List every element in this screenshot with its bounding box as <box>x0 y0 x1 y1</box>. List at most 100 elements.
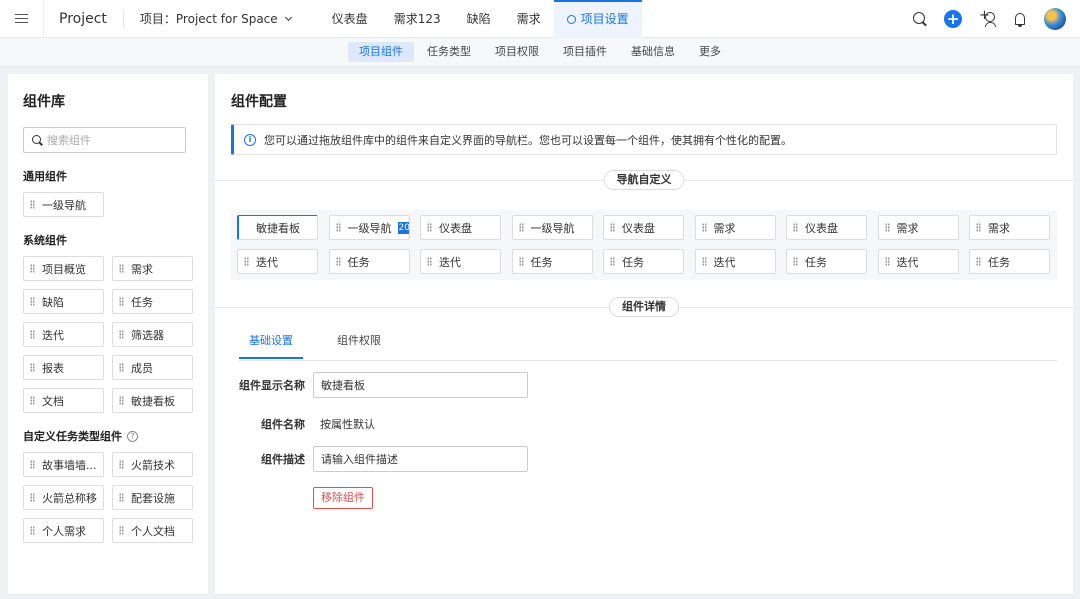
tab-basic-settings[interactable]: 基础设置 <box>239 332 303 359</box>
subtab-project-components[interactable]: 项目组件 <box>348 42 414 62</box>
info-icon: i <box>244 133 256 146</box>
chevron-down-icon <box>284 13 292 21</box>
subtab-project-permissions[interactable]: 项目权限 <box>484 42 550 62</box>
drag-handle-icon <box>30 396 35 405</box>
project-selector[interactable]: 项目：Project for Space <box>124 10 309 27</box>
app-name[interactable]: Project <box>44 8 124 29</box>
drag-handle-icon <box>701 223 707 232</box>
drag-handle-icon <box>30 493 35 502</box>
nav-item[interactable]: 仪表盘 <box>603 215 684 240</box>
nav-item[interactable]: 仪表盘 <box>420 215 501 240</box>
nav-item-label: 迭代 <box>256 255 278 269</box>
nav-item[interactable]: 任务 <box>328 249 410 274</box>
nav-item[interactable]: 需求 <box>969 215 1050 240</box>
library-chip[interactable]: 成员 <box>112 355 193 380</box>
library-chip[interactable]: 筛选器 <box>112 322 193 347</box>
drag-handle-icon <box>610 257 615 266</box>
drag-handle-icon <box>119 297 124 306</box>
library-chip[interactable]: 任务 <box>112 289 193 314</box>
chip-label: 筛选器 <box>131 328 164 342</box>
chip-label: 迭代 <box>42 328 64 342</box>
nav-item[interactable]: 一级导航 20 <box>328 215 410 240</box>
system-components: 项目概览 需求 缺陷 任务 迭代 筛选器 报表 成员 文档 敏捷看板 <box>23 256 193 413</box>
drag-handle-icon <box>610 223 615 232</box>
library-chip[interactable]: 配套设施 <box>112 485 193 510</box>
library-chip[interactable]: 需求 <box>112 256 193 281</box>
custom-components: 故事墙墙... 火箭技术 火箭总称移 配套设施 个人需求 个人文档 <box>23 452 193 543</box>
subtab-task-types[interactable]: 任务类型 <box>416 42 482 62</box>
nav-item[interactable]: 迭代 <box>877 249 959 274</box>
nav-item-badge: 20 <box>397 221 410 234</box>
search-icon[interactable] <box>913 12 927 26</box>
component-name-label: 组件名称 <box>261 418 305 431</box>
chip-label: 故事墙墙... <box>42 458 97 472</box>
chip-label: 个人需求 <box>42 524 86 538</box>
nav-item-label: 任务 <box>805 255 827 269</box>
group-title-common: 通用组件 <box>23 170 67 183</box>
detail-tabs-underline <box>239 360 1057 361</box>
library-chip[interactable]: 个人文档 <box>112 518 193 543</box>
nav-item[interactable]: 需求 <box>694 215 776 240</box>
chip-label: 一级导航 <box>42 198 86 212</box>
nav-item[interactable]: 一级导航 <box>511 215 593 240</box>
nav-item[interactable]: 任务 <box>511 249 593 274</box>
subtab-more[interactable]: 更多 <box>688 42 732 62</box>
library-chip[interactable]: 缺陷 <box>23 289 104 314</box>
chip-label: 火箭技术 <box>131 458 175 472</box>
remove-component-button[interactable]: 移除组件 <box>313 487 373 509</box>
nav-item[interactable]: 仪表盘 <box>786 215 867 240</box>
nav-item[interactable]: 迭代 <box>237 249 318 274</box>
tab-defects[interactable]: 缺陷 <box>454 0 504 38</box>
add-user-icon[interactable] <box>979 8 996 27</box>
subtab-basic-info[interactable]: 基础信息 <box>620 42 686 62</box>
create-plus-icon[interactable]: + <box>944 10 962 28</box>
library-title: 组件库 <box>23 94 65 110</box>
nav-item[interactable]: 迭代 <box>694 249 776 274</box>
nav-item[interactable]: 任务 <box>603 249 684 274</box>
nav-item[interactable]: 迭代 <box>420 249 501 274</box>
nav-customization-area[interactable]: 敏捷看板 一级导航 20 仪表盘 一级导航 仪表盘 需求 仪表盘 需求 需求 迭代… <box>231 210 1057 280</box>
tab-dashboard[interactable]: 仪表盘 <box>319 0 381 38</box>
library-chip[interactable]: 火箭总称移 <box>23 485 104 510</box>
chip-label: 成员 <box>131 361 153 375</box>
group-title-system: 系统组件 <box>23 234 67 247</box>
top-bar: Project 项目：Project for Space 仪表盘 需求123 缺… <box>0 0 1080 38</box>
avatar[interactable] <box>1044 8 1066 30</box>
help-icon[interactable]: ? <box>127 430 138 442</box>
nav-item[interactable]: 任务 <box>969 249 1050 274</box>
drag-handle-icon <box>335 257 341 266</box>
nav-item[interactable]: 需求 <box>877 215 959 240</box>
nav-item-label: 迭代 <box>713 255 736 269</box>
subtab-project-plugins[interactable]: 项目插件 <box>552 42 618 62</box>
hamburger-menu-icon[interactable] <box>0 0 44 38</box>
group-title-custom-label: 自定义任务类型组件 <box>23 430 122 443</box>
nav-item-label: 迭代 <box>439 255 461 269</box>
library-chip[interactable]: 迭代 <box>23 322 104 347</box>
nav-item[interactable]: 任务 <box>786 249 867 274</box>
drag-handle-icon <box>518 257 524 266</box>
drag-handle-icon <box>30 460 35 469</box>
library-chip[interactable]: 报表 <box>23 355 104 380</box>
display-name-input[interactable]: 敏捷看板 <box>313 372 528 398</box>
component-search-input[interactable]: 搜索组件 <box>23 127 186 153</box>
nav-item-label: 仪表盘 <box>805 221 838 235</box>
library-chip[interactable]: 火箭技术 <box>112 452 193 477</box>
library-chip[interactable]: 敏捷看板 <box>112 388 193 413</box>
nav-item[interactable]: 敏捷看板 <box>237 215 318 240</box>
notification-bell-icon[interactable] <box>1013 12 1027 27</box>
library-chip[interactable]: 个人需求 <box>23 518 104 543</box>
chip-label: 需求 <box>131 262 153 276</box>
description-input[interactable]: 请输入组件描述 <box>313 446 528 472</box>
tab-requirements-123[interactable]: 需求123 <box>381 0 454 38</box>
library-chip[interactable]: 一级导航 <box>23 192 104 217</box>
nav-section-label: 导航自定义 <box>603 170 685 190</box>
tab-project-settings[interactable]: 项目设置 <box>553 0 642 38</box>
detail-section-label: 组件详情 <box>609 297 679 317</box>
library-chip[interactable]: 故事墙墙... <box>23 452 104 477</box>
tab-component-permissions[interactable]: 组件权限 <box>327 332 381 359</box>
nav-item-label: 仪表盘 <box>439 221 472 235</box>
drag-handle-icon <box>30 297 35 306</box>
tab-requirements[interactable]: 需求 <box>504 0 554 38</box>
library-chip[interactable]: 项目概览 <box>23 256 104 281</box>
library-chip[interactable]: 文档 <box>23 388 104 413</box>
